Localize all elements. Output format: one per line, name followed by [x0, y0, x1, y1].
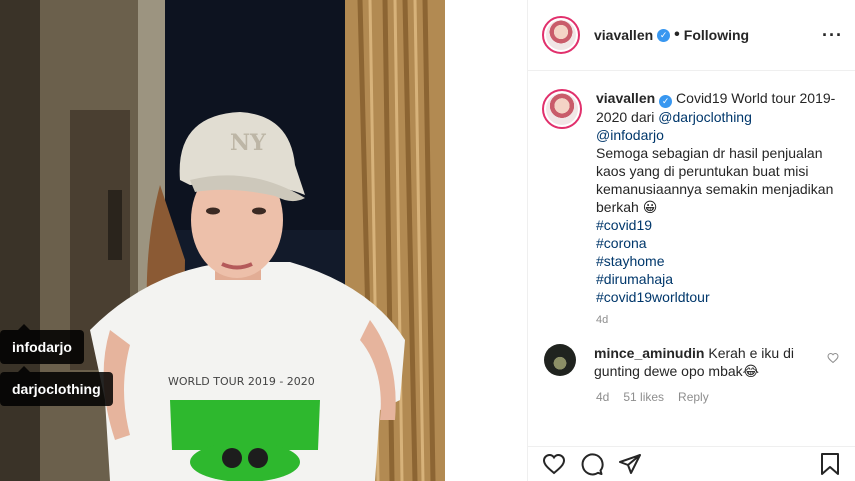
- post-sidebar: viavallen ✓ • Following ··· viavallen ✓ C…: [527, 0, 855, 481]
- svg-text:WORLD TOUR 2019 - 2020: WORLD TOUR 2019 - 2020: [168, 375, 315, 388]
- commenter-avatar[interactable]: [544, 344, 576, 376]
- post-photo[interactable]: WORLD TOUR 2019 - 2020 NY infodarjo darj…: [0, 0, 527, 481]
- post-header: viavallen ✓ • Following ···: [528, 0, 855, 71]
- caption-text: viavallen ✓ Covid19 World tour 2019-2020 …: [596, 89, 839, 306]
- header-separator: •: [674, 26, 680, 43]
- reply-button[interactable]: Reply: [678, 390, 709, 404]
- more-options-icon[interactable]: ···: [822, 25, 843, 46]
- caption-row: viavallen ✓ Covid19 World tour 2019-2020 …: [542, 89, 839, 306]
- following-button[interactable]: Following: [684, 27, 749, 43]
- hashtag-dirumahaja[interactable]: #dirumahaja: [596, 271, 673, 287]
- hashtag-stayhome[interactable]: #stayhome: [596, 253, 664, 269]
- caption-text-2: Semoga sebagian dr hasil penjualan kaos …: [596, 145, 834, 215]
- photo-tag-infodarjo[interactable]: infodarjo: [0, 324, 84, 364]
- post-comments-area[interactable]: viavallen ✓ Covid19 World tour 2019-2020 …: [528, 71, 855, 446]
- hashtag-covid19worldtour[interactable]: #covid19worldtour: [596, 289, 710, 305]
- comment-meta: 4d 51 likes Reply: [596, 390, 839, 404]
- comment-icon[interactable]: [580, 452, 604, 476]
- comment-text: mince_aminudin Kerah e iku di gunting de…: [594, 344, 804, 380]
- photo-tag-darjoclothing[interactable]: darjoclothing: [0, 366, 113, 406]
- verified-badge-icon: ✓: [659, 95, 673, 108]
- comment-like-heart-icon[interactable]: [827, 352, 839, 364]
- post-actions: [528, 446, 855, 481]
- photo-illustration: WORLD TOUR 2019 - 2020 NY: [0, 0, 527, 481]
- caption-avatar[interactable]: [542, 89, 582, 129]
- share-icon[interactable]: [618, 452, 642, 476]
- author-username[interactable]: viavallen: [594, 27, 653, 43]
- heart-icon[interactable]: [542, 452, 566, 476]
- hashtag-covid19[interactable]: #covid19: [596, 217, 652, 233]
- comment-likes[interactable]: 51 likes: [623, 390, 664, 404]
- svg-text:NY: NY: [230, 130, 266, 156]
- hashtag-corona[interactable]: #corona: [596, 235, 647, 251]
- verified-badge-icon: ✓: [657, 28, 671, 42]
- caption-timestamp[interactable]: 4d: [596, 314, 839, 326]
- mention-infodarjo[interactable]: @infodarjo: [596, 127, 664, 143]
- mention-darjoclothing[interactable]: @darjoclothing: [658, 109, 752, 125]
- bookmark-icon[interactable]: [818, 452, 842, 476]
- caption-username[interactable]: viavallen: [596, 90, 655, 106]
- comment-item: mince_aminudin Kerah e iku di gunting de…: [542, 344, 839, 380]
- comment-timestamp[interactable]: 4d: [596, 390, 609, 404]
- commenter-username[interactable]: mince_aminudin: [594, 345, 704, 361]
- author-avatar[interactable]: [542, 16, 580, 54]
